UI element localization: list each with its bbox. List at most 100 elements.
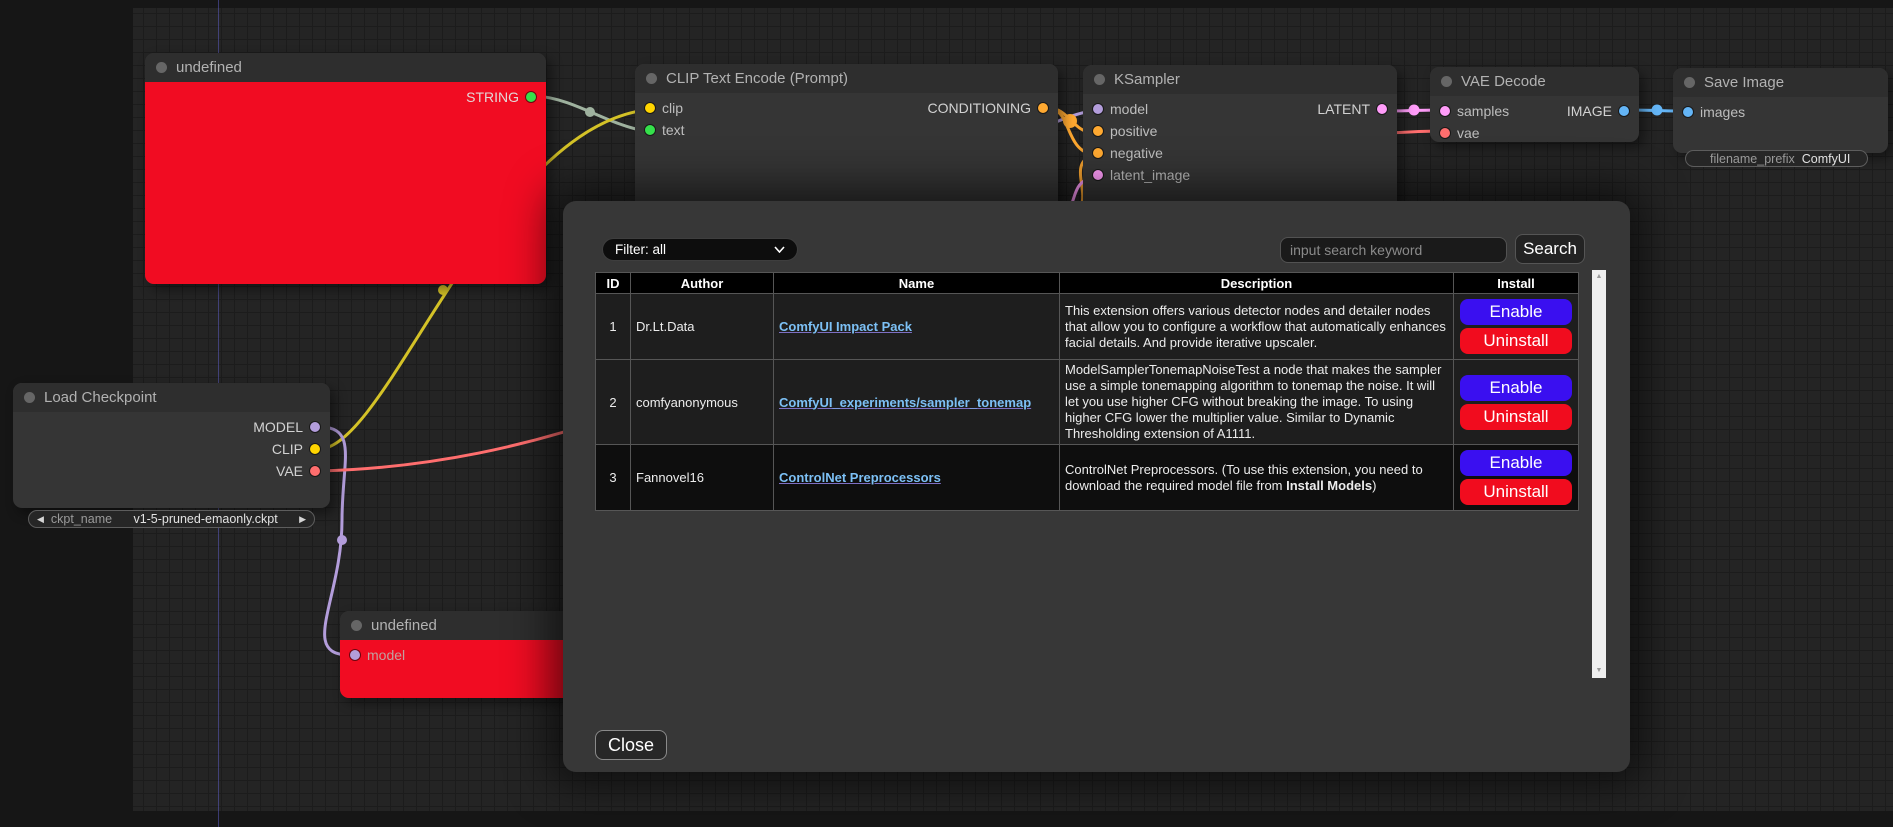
extension-name-cell: ComfyUI Impact Pack xyxy=(774,294,1060,360)
collapse-dot-icon[interactable] xyxy=(24,392,35,403)
extension-link[interactable]: ControlNet Preprocessors xyxy=(779,470,941,485)
node-load-checkpoint: Load Checkpoint MODEL CLIP VAE xyxy=(13,383,330,508)
column-header-description: Description xyxy=(1060,273,1454,294)
node-body: MODEL CLIP VAE ◀ ckpt_name v1-5-pruned-e… xyxy=(13,412,330,508)
output-pin-latent[interactable] xyxy=(1377,104,1387,114)
input-slot-vae: vae xyxy=(1440,125,1480,141)
input-pin-images[interactable] xyxy=(1683,107,1693,117)
extensions-table: IDAuthorNameDescriptionInstall 1Dr.Lt.Da… xyxy=(595,272,1579,511)
node-body: clip CONDITIONING text xyxy=(635,93,1058,210)
output-pin-image[interactable] xyxy=(1619,106,1629,116)
enable-button[interactable]: Enable xyxy=(1460,450,1572,476)
ckpt-name-widget[interactable]: ◀ ckpt_name v1-5-pruned-emaonly.ckpt ▶ xyxy=(28,510,315,528)
extension-install-cell: Enable Uninstall xyxy=(1454,360,1579,445)
increment-arrow-icon[interactable]: ▶ xyxy=(299,515,306,524)
search-input[interactable] xyxy=(1280,237,1507,263)
output-pin-model[interactable] xyxy=(310,422,320,432)
extension-row: 2comfyanonymousComfyUI_experiments/sampl… xyxy=(596,360,1579,445)
input-pin-model[interactable] xyxy=(350,650,360,660)
collapse-dot-icon[interactable] xyxy=(1684,77,1695,88)
node-title: undefined xyxy=(176,59,242,76)
extensions-table-container: IDAuthorNameDescriptionInstall 1Dr.Lt.Da… xyxy=(595,272,1606,678)
input-pin-text[interactable] xyxy=(645,125,655,135)
uninstall-button[interactable]: Uninstall xyxy=(1460,479,1572,505)
output-pin-vae[interactable] xyxy=(310,466,320,476)
extension-row: 3Fannovel16 ControlNet Preprocessors Contr… xyxy=(596,445,1579,511)
output-slot-vae: VAE xyxy=(276,463,320,479)
search-button[interactable]: Search xyxy=(1515,234,1585,264)
input-pin-samples[interactable] xyxy=(1440,106,1450,116)
extension-link[interactable]: ComfyUI Impact Pack xyxy=(779,319,912,334)
node-title-bar[interactable]: KSampler xyxy=(1083,65,1397,94)
collapse-dot-icon[interactable] xyxy=(156,62,167,73)
extension-link[interactable]: ComfyUI_experiments/sampler_tonemap xyxy=(779,395,1031,410)
collapse-dot-icon[interactable] xyxy=(351,620,362,631)
table-scrollbar[interactable]: ▲ ▼ xyxy=(1592,270,1606,678)
input-slot-images: images xyxy=(1683,104,1745,120)
output-slot-model: MODEL xyxy=(253,419,320,435)
wire-dot xyxy=(438,285,448,295)
input-pin-clip[interactable] xyxy=(645,103,655,113)
extension-description: ControlNet Preprocessors. (To use this e… xyxy=(1060,445,1454,511)
filter-select[interactable]: Filter: all xyxy=(602,238,798,261)
node-vae-decode: VAE Decode samples IMAGE vae xyxy=(1430,67,1639,142)
wire-dot xyxy=(1409,105,1420,116)
node-title-bar[interactable]: Load Checkpoint xyxy=(13,383,330,412)
input-pin-latent-image[interactable] xyxy=(1093,170,1103,180)
column-header-id: ID xyxy=(596,273,631,294)
input-pin-negative[interactable] xyxy=(1093,148,1103,158)
input-slot-negative: negative xyxy=(1093,145,1163,161)
uninstall-button[interactable]: Uninstall xyxy=(1460,404,1572,430)
node-body: model LATENT positive negative xyxy=(1083,94,1397,210)
node-title: Save Image xyxy=(1704,74,1784,91)
extension-name-cell: ControlNet Preprocessors xyxy=(774,445,1060,511)
extension-id: 1 xyxy=(596,294,631,360)
node-ksampler: KSampler model LATENT positive xyxy=(1083,65,1397,210)
output-slot-clip: CLIP xyxy=(272,441,320,457)
node-title-bar[interactable]: VAE Decode xyxy=(1430,67,1639,96)
close-button[interactable]: Close xyxy=(595,730,667,760)
node-body: STRING xyxy=(145,82,546,284)
output-slot-latent: LATENT xyxy=(1317,101,1387,117)
input-pin-positive[interactable] xyxy=(1093,126,1103,136)
input-slot-model: model xyxy=(350,647,405,663)
input-pin-model[interactable] xyxy=(1093,104,1103,114)
extension-id: 2 xyxy=(596,360,631,445)
node-undefined-top: undefined STRING xyxy=(145,53,546,284)
input-pin-vae[interactable] xyxy=(1440,128,1450,138)
extension-author: Fannovel16 xyxy=(631,445,774,511)
chevron-down-icon xyxy=(774,246,785,253)
filename-prefix-widget[interactable]: filename_prefix ComfyUI xyxy=(1685,150,1868,167)
extension-manager-dialog: Filter: all Search IDAuthorNameDescripti… xyxy=(563,201,1630,772)
node-title-bar[interactable]: undefined xyxy=(145,53,546,82)
scroll-up-icon[interactable]: ▲ xyxy=(1596,270,1603,284)
collapse-dot-icon[interactable] xyxy=(1441,76,1452,87)
output-pin-conditioning[interactable] xyxy=(1038,103,1048,113)
decrement-arrow-icon[interactable]: ◀ xyxy=(37,515,44,524)
enable-button[interactable]: Enable xyxy=(1460,299,1572,325)
input-slot-latent-image: latent_image xyxy=(1093,167,1190,183)
node-title: VAE Decode xyxy=(1461,73,1546,90)
input-slot-model: model xyxy=(1093,101,1148,117)
node-title-bar[interactable]: CLIP Text Encode (Prompt) xyxy=(635,64,1058,93)
extension-id: 3 xyxy=(596,445,631,511)
node-title: KSampler xyxy=(1114,71,1180,88)
column-header-author: Author xyxy=(631,273,774,294)
uninstall-button[interactable]: Uninstall xyxy=(1460,328,1572,354)
wire-dot xyxy=(337,535,347,545)
node-title: CLIP Text Encode (Prompt) xyxy=(666,70,848,87)
wire-dot xyxy=(585,107,595,117)
collapse-dot-icon[interactable] xyxy=(646,73,657,84)
enable-button[interactable]: Enable xyxy=(1460,375,1572,401)
extension-install-cell: Enable Uninstall xyxy=(1454,445,1579,511)
table-header-row: IDAuthorNameDescriptionInstall xyxy=(596,273,1579,294)
output-pin-string[interactable] xyxy=(526,92,536,102)
collapse-dot-icon[interactable] xyxy=(1094,74,1105,85)
scroll-down-icon[interactable]: ▼ xyxy=(1596,664,1603,678)
node-title-bar[interactable]: Save Image xyxy=(1673,68,1888,97)
node-save-image: Save Image images filename_prefix ComfyU… xyxy=(1673,68,1888,153)
output-pin-clip[interactable] xyxy=(310,444,320,454)
input-slot-samples: samples xyxy=(1440,103,1509,119)
graph-canvas[interactable]: undefined STRING CLIP Text Encode (Promp… xyxy=(0,0,1893,827)
output-slot-string: STRING xyxy=(466,89,536,105)
